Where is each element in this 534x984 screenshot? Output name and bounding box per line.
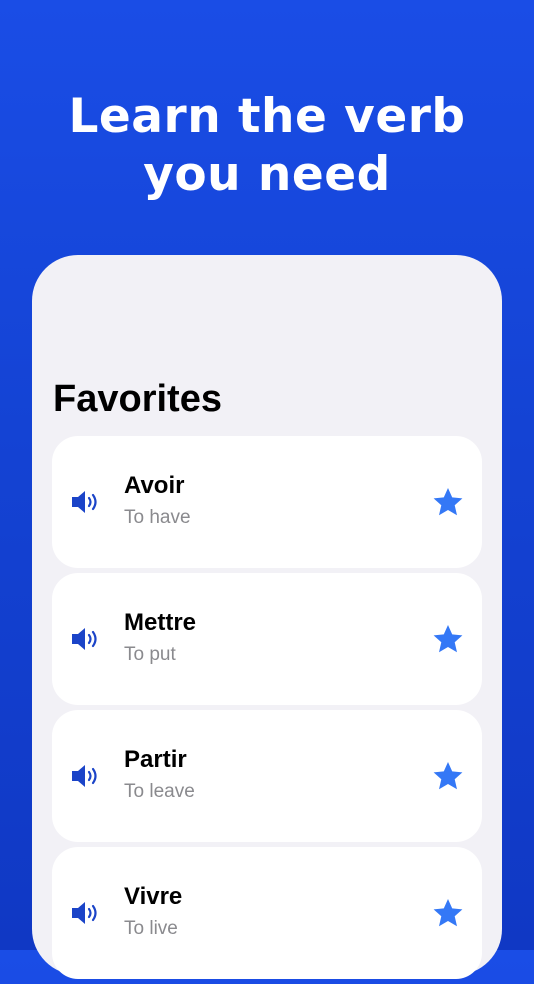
speaker-icon[interactable]	[70, 624, 102, 654]
favorites-list: Avoir To have Mettre To put Partir To le…	[52, 436, 482, 984]
verb-translation: To put	[124, 644, 176, 665]
speaker-icon[interactable]	[70, 487, 102, 517]
favorite-verb-row-avoir[interactable]: Avoir To have	[52, 436, 482, 568]
verb-translation: To leave	[124, 781, 195, 802]
star-icon[interactable]	[432, 623, 464, 655]
speaker-icon[interactable]	[70, 898, 102, 928]
headline-line-1: Learn the verb	[68, 89, 466, 144]
star-icon[interactable]	[432, 897, 464, 929]
star-icon[interactable]	[432, 760, 464, 792]
verb-name: Avoir	[124, 472, 185, 499]
headline: Learn the verb you need	[0, 88, 534, 204]
star-icon[interactable]	[432, 486, 464, 518]
favorite-verb-row-partir[interactable]: Partir To leave	[52, 710, 482, 842]
favorite-verb-row-vivre[interactable]: Vivre To live	[52, 847, 482, 979]
favorites-title: Favorites	[53, 378, 222, 420]
speaker-icon[interactable]	[70, 761, 102, 791]
verb-name: Partir	[124, 746, 187, 773]
verb-translation: To live	[124, 918, 178, 939]
verb-name: Vivre	[124, 883, 183, 910]
verb-name: Mettre	[124, 609, 197, 636]
favorite-verb-row-mettre[interactable]: Mettre To put	[52, 573, 482, 705]
headline-line-2: you need	[143, 147, 391, 202]
verb-translation: To have	[124, 507, 191, 528]
